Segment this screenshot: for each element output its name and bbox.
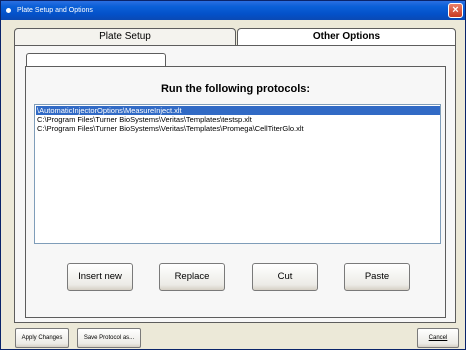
- insert-new-button[interactable]: Insert new: [67, 263, 133, 291]
- paste-button[interactable]: Paste: [344, 263, 410, 291]
- save-protocol-as-button[interactable]: Save Protocol as...: [77, 328, 141, 348]
- protocol-list-item[interactable]: \AutomaticInjectorOptions\MeasureInject.…: [36, 106, 440, 115]
- protocols-heading: Run the following protocols:: [160, 83, 311, 95]
- apply-changes-button[interactable]: Apply Changes: [15, 328, 69, 348]
- tab-strip: Plate Setup Other Options: [14, 28, 456, 45]
- plate-setup-window: Plate Setup and Options × Plate Setup Ot…: [0, 0, 466, 350]
- window-title: Plate Setup and Options: [17, 7, 93, 14]
- tab-plate-setup[interactable]: Plate Setup: [14, 28, 236, 45]
- replace-button[interactable]: Replace: [159, 263, 225, 291]
- cut-button[interactable]: Cut: [252, 263, 318, 291]
- close-button[interactable]: ×: [448, 3, 463, 18]
- tab-other-options[interactable]: Other Options: [237, 28, 456, 45]
- app-icon: [6, 8, 11, 13]
- protocol-subtab[interactable]: [26, 53, 166, 67]
- footer-bar: [1, 323, 465, 349]
- title-bar: Plate Setup and Options: [1, 1, 465, 20]
- protocol-list-item[interactable]: C:\Program Files\Turner BioSystems\Verit…: [36, 115, 440, 124]
- close-icon: ×: [452, 4, 459, 16]
- protocol-list[interactable]: \AutomaticInjectorOptions\MeasureInject.…: [34, 104, 441, 244]
- protocol-list-item[interactable]: C:\Program Files\Turner BioSystems\Verit…: [36, 124, 440, 133]
- cancel-button[interactable]: Cancel: [417, 328, 459, 348]
